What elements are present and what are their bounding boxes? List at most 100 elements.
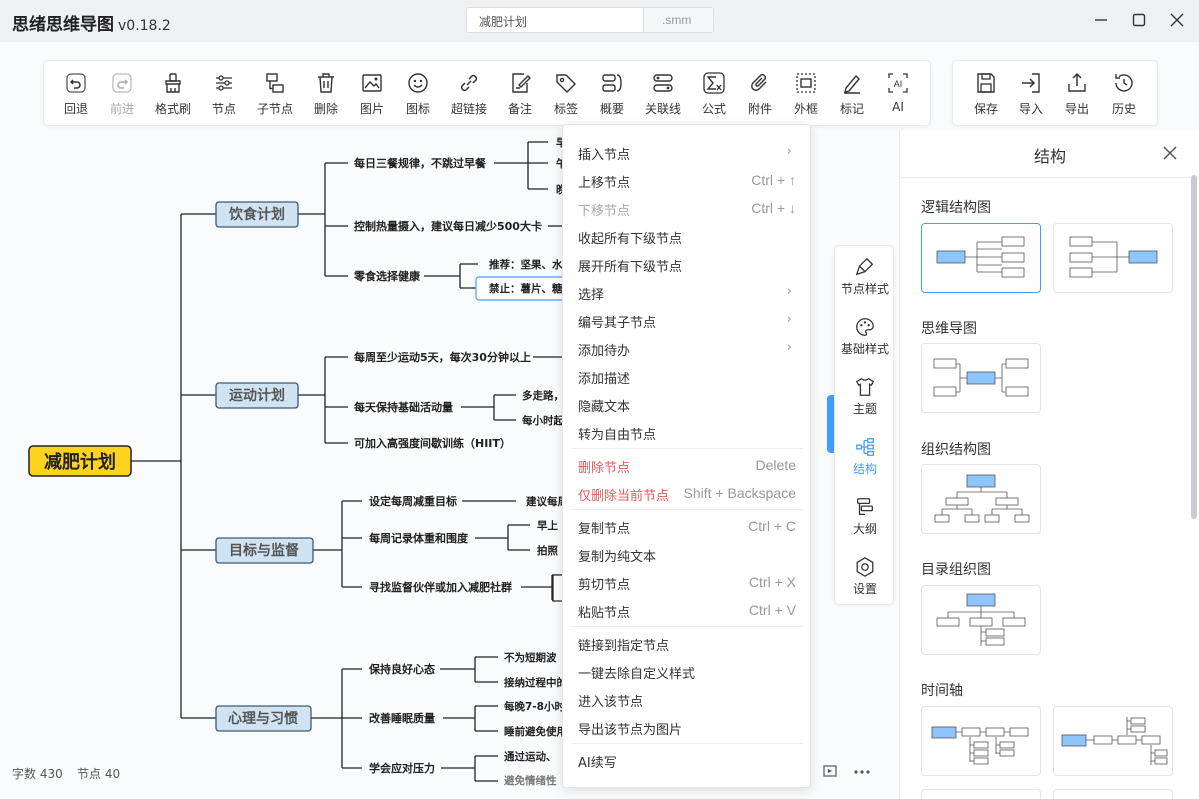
summary-label: 概要 xyxy=(599,102,624,116)
structure-panel: 结构 逻辑结构图 思维导图 组织结构图 目录组织图 时间轴 xyxy=(899,131,1199,799)
tag-button[interactable]: 标签 xyxy=(544,71,588,121)
sidebox-outline[interactable]: 大纲 xyxy=(835,488,895,544)
menu-add-description[interactable]: 添加描述 xyxy=(563,362,810,390)
redo-button[interactable]: 前进 xyxy=(100,71,144,121)
side-tab-indicator[interactable] xyxy=(827,395,834,453)
hyperlink-button[interactable]: 超链接 xyxy=(447,71,491,121)
more-icon[interactable] xyxy=(853,764,871,780)
menu-expand-all[interactable]: 展开所有下级节点 xyxy=(563,250,810,278)
close-icon[interactable] xyxy=(1160,143,1180,163)
close-icon[interactable] xyxy=(1166,9,1188,31)
delete-button[interactable]: 删除 xyxy=(304,71,348,121)
association-line-icon xyxy=(653,74,673,92)
menu-ai-continue[interactable]: AI续写 xyxy=(563,746,810,774)
menu-remove-custom-style[interactable]: 一键去除自定义样式 xyxy=(563,657,810,685)
history-button[interactable]: 历史 xyxy=(1102,71,1146,121)
sidebox-base-style[interactable]: 基础样式 xyxy=(835,308,895,364)
import-icon xyxy=(1022,73,1040,93)
attachment-button[interactable]: 附件 xyxy=(738,71,782,121)
layout-timeline[interactable] xyxy=(921,706,1041,776)
menu-paste-node[interactable]: 粘贴节点 Ctrl + V xyxy=(563,596,810,624)
mindmap-thumb xyxy=(933,358,1029,397)
export-button[interactable]: 导出 xyxy=(1055,71,1099,121)
ai-button[interactable]: AI AI xyxy=(876,71,920,121)
outer-frame-icon xyxy=(796,73,816,93)
sidebox-settings[interactable]: 设置 xyxy=(835,548,895,604)
import-button[interactable]: 导入 xyxy=(1009,71,1053,121)
catalog-structure-thumb xyxy=(936,593,1026,646)
formula-icon xyxy=(703,72,725,94)
layout-logical-left[interactable] xyxy=(1053,223,1173,293)
panel-divider xyxy=(900,177,1199,178)
child-node-button[interactable]: 子节点 xyxy=(253,71,297,121)
menu-insert-node[interactable]: 插入节点 › xyxy=(563,138,810,166)
image-button[interactable]: 图片 xyxy=(350,71,394,121)
node-button[interactable]: 节点 xyxy=(202,71,246,121)
menu-enter-node[interactable]: 进入该节点 xyxy=(563,685,810,713)
note-button[interactable]: 备注 xyxy=(498,71,542,121)
menu-add-todo[interactable]: 添加待办 › xyxy=(563,334,810,362)
layout-mindmap[interactable] xyxy=(921,343,1041,413)
section-org: 组织结构图 xyxy=(921,442,991,458)
menu-cut-node[interactable]: 剪切节点 Ctrl + X xyxy=(563,568,810,596)
undo-icon xyxy=(66,73,86,93)
menu-separator xyxy=(571,743,803,744)
history-label: 历史 xyxy=(1111,102,1136,116)
org-structure-thumb xyxy=(934,474,1030,523)
menu-delete-node[interactable]: 删除节点 Delete xyxy=(563,451,810,479)
sidebox-node-style[interactable]: 节点样式 xyxy=(835,248,895,304)
context-menu: 插入节点 › 上移节点 Ctrl + ↑ 下移节点 Ctrl + ↓ 收起所有下级节点… xyxy=(562,124,811,788)
redo-icon xyxy=(112,73,132,93)
app-name: 思绪思维导图 xyxy=(12,15,114,35)
menu-move-down[interactable]: 下移节点 Ctrl + ↓ xyxy=(563,194,810,222)
layout-organization[interactable] xyxy=(921,464,1041,534)
structure-icon xyxy=(856,438,874,456)
menu-copy-plain-text[interactable]: 复制为纯文本 xyxy=(563,540,810,568)
maximize-icon[interactable] xyxy=(1128,9,1150,31)
format-brush-button[interactable]: 格式刷 xyxy=(151,71,195,121)
layout-more[interactable] xyxy=(1053,789,1173,799)
child-node-icon xyxy=(266,73,284,93)
layout-more[interactable] xyxy=(921,789,1041,799)
menu-move-up[interactable]: 上移节点 Ctrl + ↑ xyxy=(563,166,810,194)
presentation-icon[interactable] xyxy=(822,764,838,780)
menu-number-children[interactable]: 编号其子节点 › xyxy=(563,306,810,334)
export-label: 导出 xyxy=(1064,102,1089,116)
sidebox-structure[interactable]: 结构 xyxy=(835,428,895,484)
node-count: 节点 40 xyxy=(77,767,121,781)
save-icon xyxy=(977,73,995,93)
outer-frame-button[interactable]: 外框 xyxy=(784,71,828,121)
menu-free-node[interactable]: 转为自由节点 xyxy=(563,418,810,446)
save-label: 保存 xyxy=(973,102,998,116)
panel-scrollbar[interactable] xyxy=(1191,175,1197,519)
association-line-button[interactable]: 关联线 xyxy=(641,71,685,121)
layout-timeline-vertical[interactable] xyxy=(1053,706,1173,776)
menu-collapse-all[interactable]: 收起所有下级节点 xyxy=(563,222,810,250)
sidebox-theme[interactable]: 主题 xyxy=(835,368,895,424)
tag-label: 标签 xyxy=(553,102,578,116)
menu-export-node-image[interactable]: 导出该节点为图片 xyxy=(563,713,810,741)
save-button[interactable]: 保存 xyxy=(964,71,1008,121)
menu-select[interactable]: 选择 › xyxy=(563,278,810,306)
formula-button[interactable]: 公式 xyxy=(692,71,736,121)
outer-frame-label: 外框 xyxy=(793,102,818,116)
menu-separator xyxy=(571,509,803,510)
timeline-thumb xyxy=(931,726,1029,765)
import-label: 导入 xyxy=(1018,102,1043,116)
menu-delete-current-only[interactable]: 仅删除当前节点 Shift + Backspace xyxy=(563,479,810,507)
menu-hide-text[interactable]: 隐藏文本 xyxy=(563,390,810,418)
mark-button[interactable]: 标记 xyxy=(830,71,874,121)
undo-button[interactable]: 回退 xyxy=(54,71,98,121)
icon-button[interactable]: 图标 xyxy=(396,71,440,121)
image-label: 图片 xyxy=(359,102,384,116)
menu-link-to-node[interactable]: 链接到指定节点 xyxy=(563,629,810,657)
main-toolbar: 回退 前进 格式刷 节点 子节点 删除 图片 图标 超链接 备注 标签 概要 关… xyxy=(43,60,931,126)
file-name-input[interactable]: 减肥计划 xyxy=(466,7,644,33)
icon-label: 图标 xyxy=(405,102,430,116)
file-toolbar: 保存 导入 导出 历史 xyxy=(952,60,1158,126)
menu-copy-node[interactable]: 复制节点 Ctrl + C xyxy=(563,512,810,540)
layout-logical-right[interactable] xyxy=(921,223,1041,293)
minimize-icon[interactable] xyxy=(1090,9,1112,31)
summary-button[interactable]: 概要 xyxy=(590,71,634,121)
layout-catalog[interactable] xyxy=(921,585,1041,655)
